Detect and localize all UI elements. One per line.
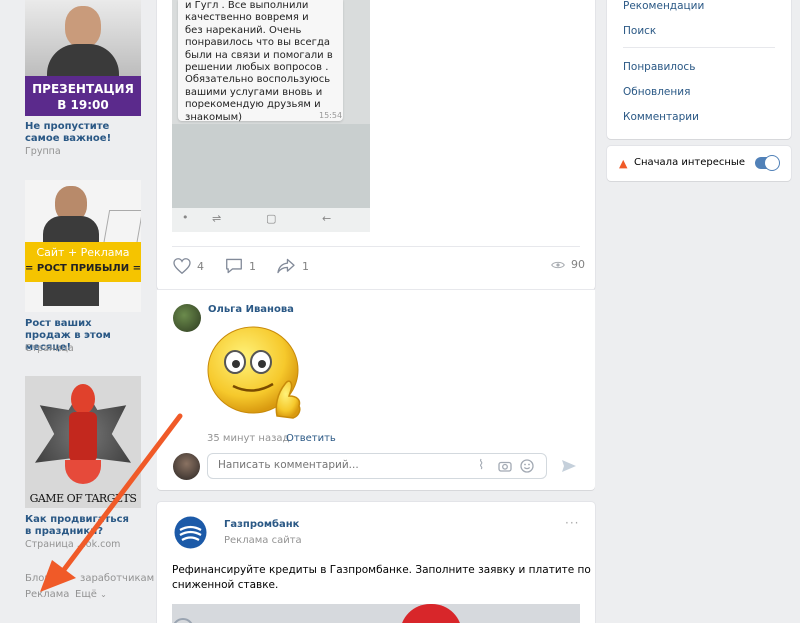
post2-image[interactable]: [172, 604, 580, 623]
more-options-icon[interactable]: ···: [565, 516, 579, 530]
chat-line: понравилось что вы всегда: [185, 37, 330, 49]
chat-message: и Гугл . Все выполнили качественно вовре…: [185, 0, 335, 124]
post2-text-line1: Рефинансируйте кредиты в Газпромбанке. З…: [172, 564, 591, 576]
smiley-sticker: [207, 326, 301, 419]
ad-title-1[interactable]: Не пропустите самое важное!: [25, 121, 135, 145]
paperclip-icon[interactable]: ⌇: [478, 458, 484, 473]
ad-banner-1[interactable]: ПРЕЗЕНТАЦИЯ В 19:00: [25, 0, 141, 116]
phone-nav-bar: • ⇌ ▢ ←: [172, 208, 370, 232]
like-button[interactable]: 4: [173, 258, 204, 274]
reply-link[interactable]: Ответить: [286, 433, 336, 444]
views-counter: 90: [551, 258, 585, 271]
ad-banner-2[interactable]: Сайт + Реклама = РОСТ ПРИБЫЛИ =: [25, 180, 141, 312]
menu-item-recommendations[interactable]: Рекомендации: [623, 0, 704, 12]
ad-banner-3[interactable]: GAME OF TARGETS: [25, 376, 141, 508]
menu-divider: [623, 47, 775, 48]
post-divider: [172, 246, 580, 247]
post2-author[interactable]: Газпромбанк: [224, 519, 299, 530]
like-count: 4: [197, 259, 204, 273]
chat-line: вашими услугами вновь и: [185, 86, 323, 98]
send-icon[interactable]: [561, 459, 577, 473]
ad-banner-2-text-2: = РОСТ ПРИБЫЛИ =: [25, 263, 141, 274]
share-button[interactable]: 1: [276, 258, 309, 274]
nav-home-icon: ▢: [266, 212, 277, 225]
footer-more-label: Ещё: [75, 589, 97, 600]
chat-line: и Гугл . Все выполнили: [185, 0, 309, 11]
chevron-down-icon: ⌄: [100, 590, 107, 599]
ad-subtitle-2: Страница: [25, 343, 74, 354]
footer-blog-link[interactable]: Блог: [25, 573, 50, 584]
menu-item-updates[interactable]: Обновления: [623, 86, 690, 98]
menu-item-comments[interactable]: Комментарии: [623, 111, 699, 123]
comment-author[interactable]: Ольга Иванова: [208, 304, 294, 315]
nav-dot-icon: •: [182, 211, 189, 224]
my-avatar[interactable]: [173, 453, 200, 480]
chat-line: решении любых вопросов .: [185, 62, 329, 74]
views-count: 90: [571, 258, 585, 271]
eye-icon: [551, 261, 565, 268]
footer-ads-link[interactable]: Реклама: [25, 589, 69, 600]
interesting-first-toggle[interactable]: [755, 156, 779, 170]
chat-line: Обязательно воспользуюсь: [185, 74, 331, 86]
menu-item-search[interactable]: Поиск: [623, 25, 656, 37]
footer-blog-tail[interactable]: заработчикам: [80, 573, 154, 584]
chat-line: порекомендую друзьям и: [185, 99, 321, 111]
chat-line: качественно вовремя и: [185, 12, 309, 24]
chat-line: были на связи и помогали в: [185, 49, 333, 61]
footer-more-link[interactable]: Ещё ⌄: [75, 589, 107, 600]
nav-back-icon: ←: [322, 212, 332, 225]
ad-banner-3-text: GAME OF TARGETS: [29, 492, 137, 505]
camera-icon[interactable]: [498, 460, 512, 472]
post2-subtitle: Реклама сайта: [224, 535, 302, 546]
share-icon: [277, 258, 295, 274]
ad-subtitle-3: Страница ...ok.com: [25, 539, 121, 550]
avatar[interactable]: [173, 304, 201, 332]
ad-banner-1-time: В 19:00: [57, 98, 109, 112]
ad-banner-1-text: ПРЕЗЕНТАЦИЯ: [32, 82, 134, 96]
ad-title-3[interactable]: Как продвигаться в праздники?: [25, 514, 135, 538]
post2-text-line2: сниженной ставке.: [172, 579, 279, 591]
ad-banner-2-text: Сайт + Реклама: [36, 246, 130, 259]
gazprombank-logo[interactable]: [174, 516, 207, 549]
share-count: 1: [302, 259, 309, 273]
emoji-icon[interactable]: [520, 459, 534, 473]
chat-line: знакомым): [185, 111, 243, 123]
comment-time: 35 минут назад: [207, 433, 290, 444]
fire-icon: ▲: [619, 157, 628, 170]
chat-line: без нареканий. Очень: [185, 24, 302, 36]
comment-input-box[interactable]: ⌇: [207, 453, 547, 479]
comment-button[interactable]: 1: [225, 258, 256, 274]
right-menu: Рекомендации Поиск Понравилось Обновлени…: [607, 0, 791, 139]
ad-subtitle-1: Группа: [25, 146, 61, 157]
comment-icon: [226, 258, 242, 274]
interesting-first-label: Сначала интересные: [634, 157, 745, 168]
comment-count: 1: [249, 259, 256, 273]
heart-icon: [173, 258, 191, 274]
nav-recent-icon: ⇌: [212, 212, 222, 225]
menu-item-liked[interactable]: Понравилось: [623, 61, 695, 73]
chat-time: 15:54: [319, 111, 343, 120]
comment-input[interactable]: [218, 459, 468, 471]
